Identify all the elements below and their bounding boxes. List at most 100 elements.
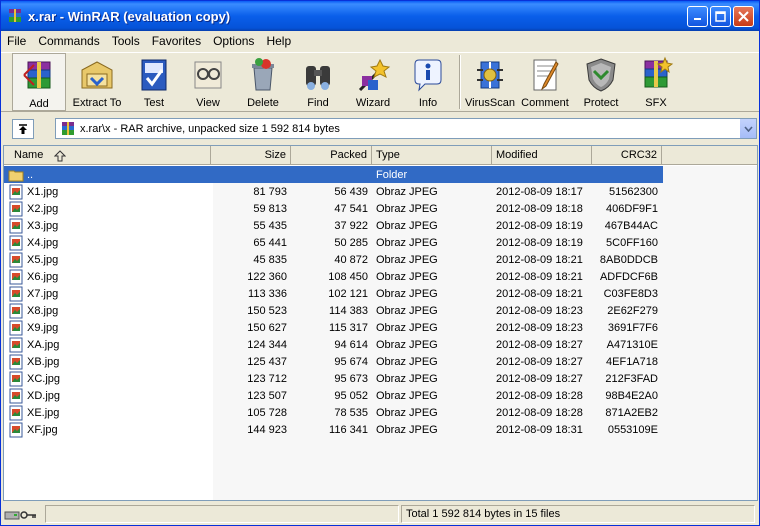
column-type-label: Type [376, 149, 400, 161]
file-row[interactable]: XF.jpg 144 923 116 341 Obraz JPEG 2012-08-09… [4, 421, 757, 438]
file-size: 150 523 [247, 304, 287, 317]
drive-icon[interactable] [4, 509, 20, 521]
title-bar[interactable]: x.rar - WinRAR (evaluation copy) [1, 1, 759, 31]
virusscan-button[interactable]: VirusScan [464, 53, 516, 111]
menu-tools[interactable]: Tools [106, 34, 146, 48]
column-header-modified[interactable]: Modified [492, 146, 592, 165]
view-button[interactable]: View [180, 53, 236, 111]
tool-label-add: Add [29, 98, 49, 110]
info-button[interactable]: Info [400, 53, 456, 111]
file-modified: 2012-08-09 18:23 [496, 321, 583, 334]
wizard-button[interactable]: Wizard [346, 53, 400, 111]
minimize-button[interactable] [687, 5, 708, 27]
file-row[interactable]: X2.jpg 59 813 47 541 Obraz JPEG 2012-08-09 1… [4, 200, 757, 217]
file-row[interactable]: XC.jpg 123 712 95 673 Obraz JPEG 2012-08-09 … [4, 370, 757, 387]
status-segment-left [45, 505, 399, 523]
column-size-label: Size [264, 149, 286, 161]
column-header-packed[interactable]: Packed [291, 146, 372, 165]
file-modified: 2012-08-09 18:28 [496, 406, 583, 419]
file-packed: 114 383 [329, 304, 368, 317]
file-name: X9.jpg [27, 321, 59, 334]
close-button[interactable] [733, 5, 754, 27]
file-row[interactable]: X9.jpg 150 627 115 317 Obraz JPEG 2012-08-09… [4, 319, 757, 336]
file-type: Obraz JPEG [376, 185, 438, 198]
menu-options[interactable]: Options [207, 34, 260, 48]
file-row[interactable]: XA.jpg 124 344 94 614 Obraz JPEG 2012-08-09 … [4, 336, 757, 353]
menu-favorites[interactable]: Favorites [146, 34, 207, 48]
file-row[interactable]: X7.jpg 113 336 102 121 Obraz JPEG 2012-08-09… [4, 285, 757, 302]
menu-file[interactable]: File [1, 34, 32, 48]
info-icon [414, 59, 442, 92]
test-icon [141, 59, 167, 91]
file-size: 124 344 [247, 338, 287, 351]
file-type: Obraz JPEG [376, 321, 438, 334]
file-row[interactable]: XD.jpg 123 507 95 052 Obraz JPEG 2012-08-09 … [4, 387, 757, 404]
column-name-label: Name [14, 149, 44, 161]
jpeg-file-icon [9, 354, 23, 369]
file-size: 55 435 [253, 219, 287, 232]
file-size: 113 336 [248, 287, 287, 300]
column-header-size[interactable]: Size [211, 146, 291, 165]
delete-button[interactable]: Delete [236, 53, 290, 111]
up-arrow-icon [19, 124, 27, 134]
file-modified: 2012-08-09 18:17 [496, 185, 583, 198]
file-list[interactable]: Name Size Packed Type Modified CRC32 .. [3, 145, 758, 501]
jpeg-file-icon [9, 422, 23, 437]
protect-button[interactable]: Protect [574, 53, 628, 111]
file-packed: 95 673 [334, 372, 368, 385]
file-type: Obraz JPEG [376, 355, 438, 368]
parent-folder-row[interactable]: .. Folder [4, 166, 663, 183]
file-row[interactable]: X5.jpg 45 835 40 872 Obraz JPEG 2012-08-09 1… [4, 251, 757, 268]
file-row[interactable]: X3.jpg 55 435 37 922 Obraz JPEG 2012-08-09 1… [4, 217, 757, 234]
key-icon[interactable] [20, 509, 38, 521]
file-name: X5.jpg [27, 253, 59, 266]
maximize-button[interactable] [710, 5, 731, 27]
sfx-button[interactable]: SFX [628, 53, 684, 111]
menu-commands[interactable]: Commands [32, 34, 105, 48]
column-header-name[interactable]: Name [4, 146, 211, 165]
file-row[interactable]: XB.jpg 125 437 95 674 Obraz JPEG 2012-08-09 … [4, 353, 757, 370]
file-size: 59 813 [253, 202, 287, 215]
file-rows: X1.jpg 81 793 56 439 Obraz JPEG 2012-08-09 1… [4, 183, 757, 438]
file-crc: A471310E [606, 338, 658, 351]
find-icon [306, 66, 330, 90]
address-text: x.rar\x - RAR archive, unpacked size 1 5… [80, 122, 340, 135]
file-name-cell: X5.jpg [4, 252, 211, 268]
add-button[interactable]: Add [12, 53, 66, 111]
file-row[interactable]: X4.jpg 65 441 50 285 Obraz JPEG 2012-08-09 1… [4, 234, 757, 251]
extract-to-icon [81, 61, 113, 89]
menu-help[interactable]: Help [260, 34, 297, 48]
toolbar-separator [459, 55, 461, 109]
file-row[interactable]: X6.jpg 122 360 108 450 Obraz JPEG 2012-08-09… [4, 268, 757, 285]
file-name: XE.jpg [27, 406, 60, 419]
file-row[interactable]: X1.jpg 81 793 56 439 Obraz JPEG 2012-08-09 1… [4, 183, 757, 200]
tool-label-comment: Comment [521, 97, 569, 109]
file-size: 150 627 [247, 321, 287, 334]
tool-label-protect: Protect [583, 97, 619, 109]
column-header-crc32[interactable]: CRC32 [592, 146, 662, 165]
file-crc: C03FE8D3 [603, 287, 658, 300]
file-type: Obraz JPEG [376, 372, 438, 385]
file-name: X7.jpg [27, 287, 59, 300]
test-button[interactable]: Test [128, 53, 180, 111]
file-modified: 2012-08-09 18:21 [496, 253, 583, 266]
address-dropdown-button[interactable] [739, 119, 756, 138]
list-rows: .. Folder X1.jpg 81 793 56 439 Obraz JPEG 20… [4, 166, 757, 438]
column-header-type[interactable]: Type [372, 146, 492, 165]
file-crc: ADFDCF6B [599, 270, 658, 283]
comment-icon [533, 59, 559, 91]
find-button[interactable]: Find [290, 53, 346, 111]
file-row[interactable]: XE.jpg 105 728 78 535 Obraz JPEG 2012-08-09 … [4, 404, 757, 421]
jpeg-file-icon [9, 218, 23, 233]
add-archive-icon [23, 61, 51, 89]
extract-to-button[interactable]: Extract To [66, 53, 128, 111]
comment-button[interactable]: Comment [516, 53, 574, 111]
file-modified: 2012-08-09 18:18 [496, 202, 583, 215]
file-row[interactable]: X8.jpg 150 523 114 383 Obraz JPEG 2012-08-09… [4, 302, 757, 319]
up-one-level-button[interactable] [12, 119, 34, 139]
sfx-icon [644, 56, 674, 88]
file-name-cell: X4.jpg [4, 235, 211, 251]
maximize-icon [715, 10, 726, 22]
address-field[interactable]: x.rar\x - RAR archive, unpacked size 1 5… [55, 118, 757, 139]
jpeg-file-icon [9, 371, 23, 386]
